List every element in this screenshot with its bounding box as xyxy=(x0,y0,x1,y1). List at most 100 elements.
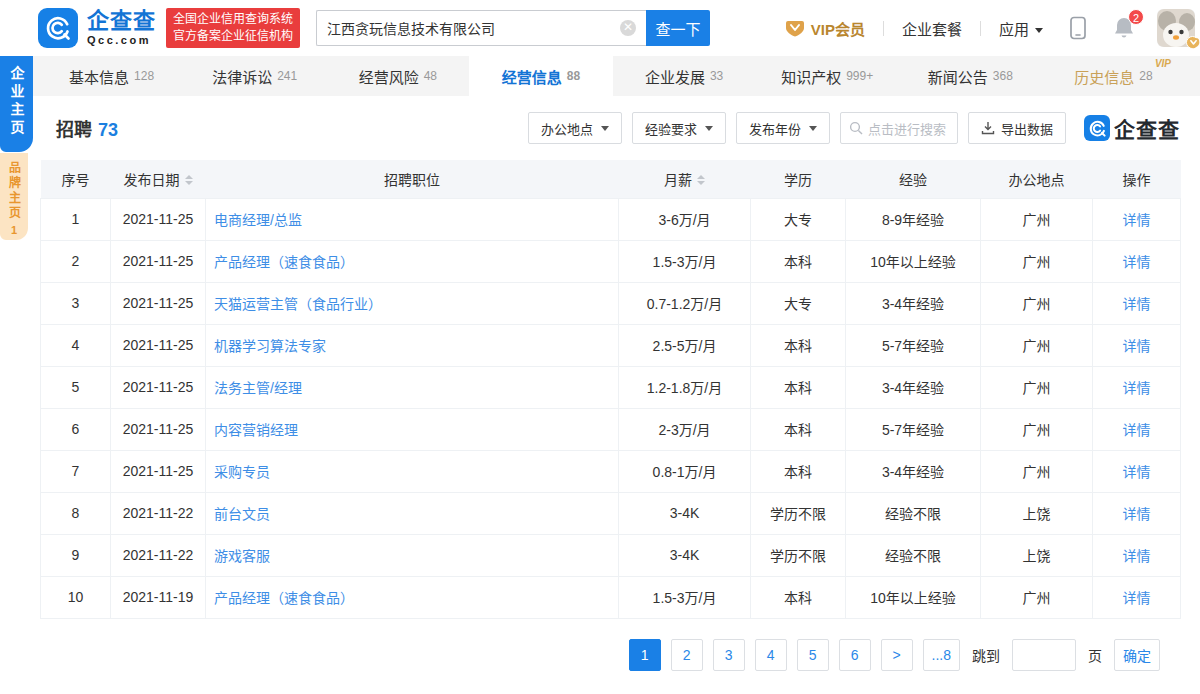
experience: 5-7年经验 xyxy=(846,324,981,366)
detail-link[interactable]: 详情 xyxy=(1123,548,1151,564)
job-position-link[interactable]: 天猫运营主管（食品行业） xyxy=(214,296,382,312)
detail-link[interactable]: 详情 xyxy=(1123,254,1151,270)
jump-to-label: 跳到 xyxy=(972,645,1000,665)
search-icon xyxy=(849,121,863,135)
detail-link[interactable]: 详情 xyxy=(1123,422,1151,438)
tab-basic-info[interactable]: 基本信息128 xyxy=(40,56,183,96)
job-position-link[interactable]: 采购专员 xyxy=(214,464,270,480)
detail-link[interactable]: 详情 xyxy=(1123,464,1151,480)
mobile-app-button[interactable] xyxy=(1069,16,1087,40)
job-position-link[interactable]: 前台文员 xyxy=(214,506,270,522)
tab-risk[interactable]: 经营风险48 xyxy=(326,56,469,96)
detail-link[interactable]: 详情 xyxy=(1123,338,1151,354)
job-position-link[interactable]: 机器学习算法专家 xyxy=(214,338,326,354)
side-tab-brand-home[interactable]: 品牌主页 1 xyxy=(0,153,28,240)
row-index: 3 xyxy=(41,282,111,324)
job-position-cell: 天猫运营主管（食品行业） xyxy=(206,282,619,324)
apps-menu[interactable]: 应用 xyxy=(999,18,1043,39)
qcc-watermark-text: 企查查 xyxy=(1114,113,1180,143)
tab-operation-info[interactable]: 经营信息88 xyxy=(469,56,612,96)
job-position-link[interactable]: 电商经理/总监 xyxy=(214,212,302,228)
qcc-watermark-icon xyxy=(1084,115,1110,141)
search-input[interactable]: 江西贪玩信息技术有限公司 ✕ xyxy=(316,10,646,46)
job-position-link[interactable]: 法务主管/经理 xyxy=(214,380,302,396)
experience: 经验不限 xyxy=(846,492,981,534)
avatar-vip-badge xyxy=(1186,36,1199,49)
pagination-pages: 123456 > ...8 xyxy=(629,639,960,671)
salary: 3-4K xyxy=(619,534,751,576)
row-index: 6 xyxy=(41,408,111,450)
page-button-5[interactable]: 5 xyxy=(797,639,829,671)
tab-history[interactable]: 历史信息28VIP xyxy=(1042,56,1185,96)
salary: 2.5-5万/月 xyxy=(619,324,751,366)
filter-experience[interactable]: 经验要求 xyxy=(632,112,726,144)
section-tabbar: 基本信息128 法律诉讼241 经营风险48 经营信息88 企业发展33 知识产… xyxy=(0,56,1200,96)
certification-line-2: 官方备案企业征信机构 xyxy=(173,28,293,45)
notifications-button[interactable]: 2 xyxy=(1113,16,1135,40)
detail-link[interactable]: 详情 xyxy=(1123,296,1151,312)
filter-publish-year[interactable]: 发布年份 xyxy=(736,112,830,144)
education: 本科 xyxy=(751,240,846,282)
page-button-4[interactable]: 4 xyxy=(755,639,787,671)
col-action: 操作 xyxy=(1093,160,1181,198)
education: 大专 xyxy=(751,282,846,324)
salary: 1.2-1.8万/月 xyxy=(619,366,751,408)
job-position-cell: 产品经理（速食食品） xyxy=(206,240,619,282)
job-position-link[interactable]: 产品经理（速食食品） xyxy=(214,254,354,270)
detail-link[interactable]: 详情 xyxy=(1123,506,1151,522)
education: 本科 xyxy=(751,576,846,618)
row-index: 5 xyxy=(41,366,111,408)
detail-link[interactable]: 详情 xyxy=(1123,212,1151,228)
tab-news[interactable]: 新闻公告368 xyxy=(899,56,1042,96)
qcc-logo-glyph xyxy=(44,14,72,42)
confirm-button[interactable]: 确定 xyxy=(1114,639,1160,671)
job-position-link[interactable]: 游戏客服 xyxy=(214,548,270,564)
col-experience: 经验 xyxy=(846,160,981,198)
user-avatar[interactable] xyxy=(1157,9,1195,47)
logo-name: 企查查 xyxy=(87,10,156,32)
publish-date: 2021-11-25 xyxy=(111,324,206,366)
page-button-3[interactable]: 3 xyxy=(713,639,745,671)
experience: 5-7年经验 xyxy=(846,408,981,450)
publish-date: 2021-11-25 xyxy=(111,450,206,492)
export-data-button[interactable]: 导出数据 xyxy=(968,112,1066,144)
detail-link[interactable]: 详情 xyxy=(1123,380,1151,396)
page-button-6[interactable]: 6 xyxy=(839,639,871,671)
filter-office-location[interactable]: 办公地点 xyxy=(528,112,622,144)
vip-icon xyxy=(785,20,805,37)
vip-member-link[interactable]: VIP会员 xyxy=(785,18,865,39)
sort-icon[interactable] xyxy=(185,175,193,185)
table-row: 62021-11-25内容营销经理2-3万/月本科5-7年经验广州详情 xyxy=(41,408,1181,450)
col-salary[interactable]: 月薪 xyxy=(619,160,751,198)
table-search-input[interactable]: 点击进行搜索 xyxy=(840,112,958,144)
tab-ip[interactable]: 知识产权999+ xyxy=(756,56,899,96)
header-nav: VIP会员 企业套餐 应用 2 xyxy=(785,9,1200,47)
job-position-link[interactable]: 产品经理（速食食品） xyxy=(214,590,354,606)
vip-tag: VIP xyxy=(1155,58,1171,69)
publish-date: 2021-11-22 xyxy=(111,534,206,576)
tab-legal[interactable]: 法律诉讼241 xyxy=(183,56,326,96)
row-index: 1 xyxy=(41,198,111,240)
next-page-button[interactable]: > xyxy=(881,639,913,671)
job-position-link[interactable]: 内容营销经理 xyxy=(214,422,298,438)
page-button-2[interactable]: 2 xyxy=(671,639,703,671)
tab-development[interactable]: 企业发展33 xyxy=(613,56,756,96)
qcc-logo-text[interactable]: 企查查 Qcc.com xyxy=(87,10,156,46)
qcc-logo-icon[interactable] xyxy=(38,8,78,48)
detail-link[interactable]: 详情 xyxy=(1123,590,1151,606)
search-button[interactable]: 查一下 xyxy=(646,10,710,46)
action-cell: 详情 xyxy=(1093,198,1181,240)
col-date[interactable]: 发布日期 xyxy=(111,160,206,198)
sort-icon[interactable] xyxy=(697,175,705,185)
more-pages-button[interactable]: ...8 xyxy=(923,639,960,671)
job-position-cell: 产品经理（速食食品） xyxy=(206,576,619,618)
certification-badge: 全国企业信用查询系统 官方备案企业征信机构 xyxy=(166,8,300,49)
row-index: 7 xyxy=(41,450,111,492)
publish-date: 2021-11-25 xyxy=(111,240,206,282)
side-tab-company-home[interactable]: 企业主页 xyxy=(0,56,33,152)
page-jump-input[interactable] xyxy=(1012,639,1076,671)
page-button-1[interactable]: 1 xyxy=(629,639,661,671)
clear-icon[interactable]: ✕ xyxy=(620,20,636,36)
action-cell: 详情 xyxy=(1093,492,1181,534)
enterprise-package-link[interactable]: 企业套餐 xyxy=(902,18,962,39)
